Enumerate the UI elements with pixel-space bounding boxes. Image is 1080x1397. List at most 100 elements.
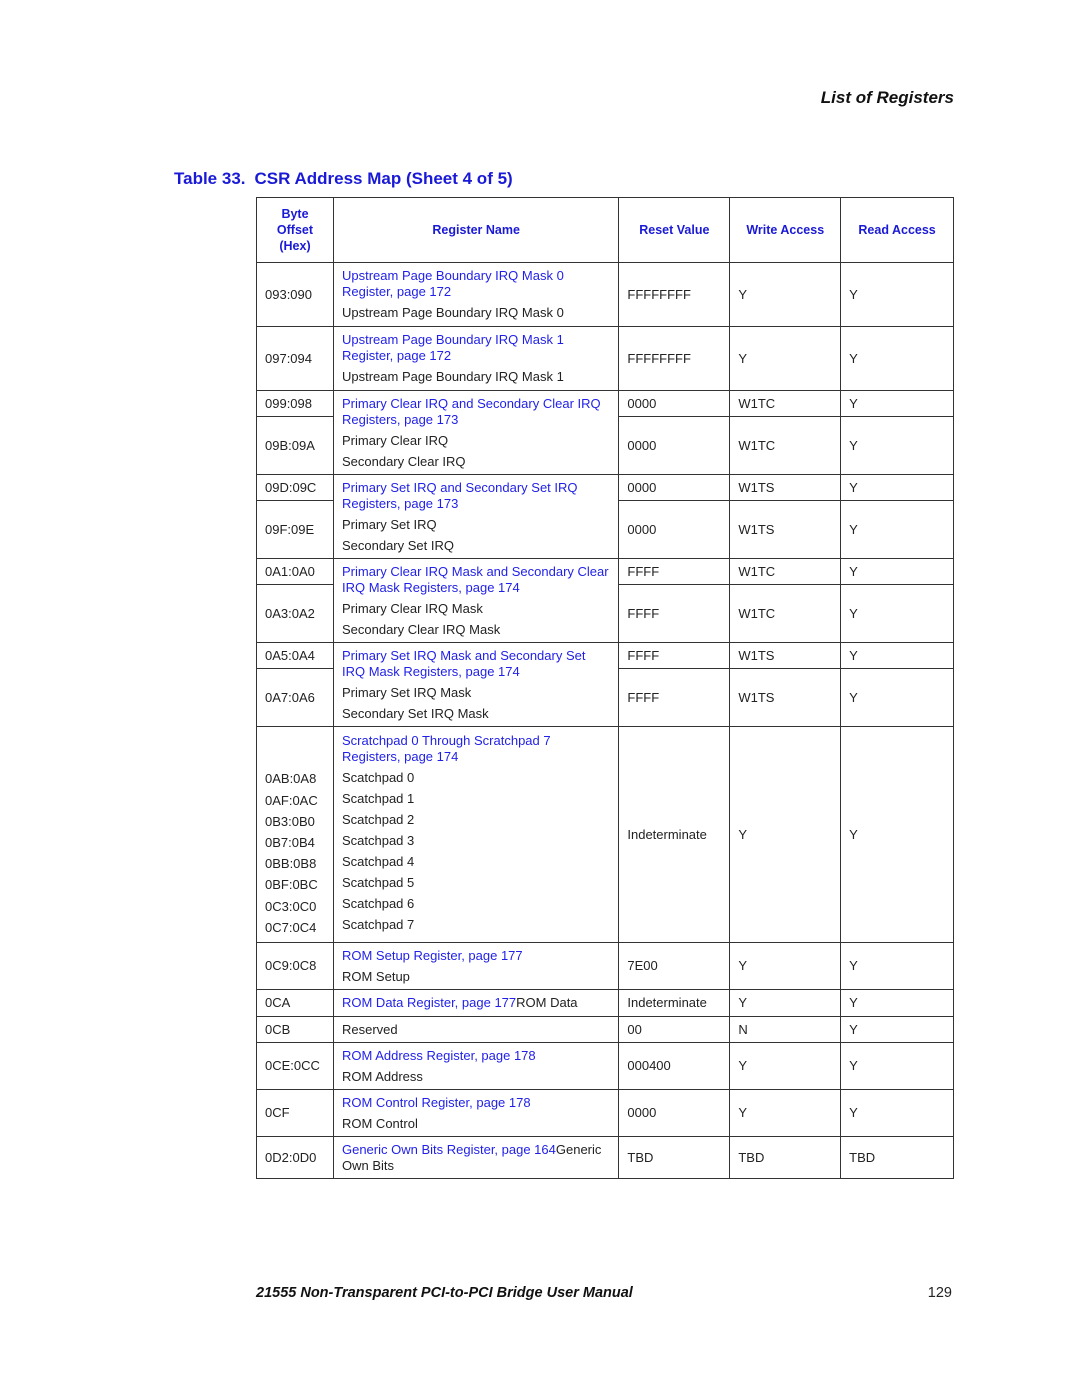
offset-cell: 093:090 <box>256 262 334 327</box>
register-name: Scatchpad 3 <box>341 833 415 848</box>
read-access-cell: Y <box>840 416 954 475</box>
header-reset-value: Reset Value <box>618 197 731 263</box>
write-access-cell: W1TS <box>729 668 842 727</box>
table-row: 0CF ROM Control Register, page 178 ROM C… <box>256 1089 954 1137</box>
register-link[interactable]: Upstream Page Boundary IRQ Mask 1 Regist… <box>342 332 564 363</box>
reset-value-cell: TBD <box>618 1136 731 1179</box>
read-access-cell: Y <box>840 1042 954 1090</box>
register-link[interactable]: Scratchpad 0 Through Scratchpad 7 Regist… <box>342 733 551 764</box>
register-name: ROM Setup <box>341 968 410 984</box>
reset-value-cell: 0000 <box>618 474 731 501</box>
offset-cell: 0D2:0D0 <box>256 1136 334 1179</box>
offset-cell: 0CE:0CC <box>256 1042 334 1090</box>
read-access-cell: Y <box>840 642 954 669</box>
offset-cell: 0C9:0C8 <box>256 942 334 990</box>
read-access-cell: Y <box>840 1016 954 1043</box>
header-line: Offset <box>276 223 314 237</box>
register-name: Secondary Set IRQ Mask <box>341 705 489 721</box>
table-title: CSR Address Map (Sheet 4 of 5) <box>254 169 513 188</box>
register-link[interactable]: Upstream Page Boundary IRQ Mask 0 Regist… <box>342 268 564 299</box>
read-access-cell: Y <box>840 326 954 391</box>
reset-value-cell: 7E00 <box>618 942 731 990</box>
register-link[interactable]: ROM Control Register, page 178 <box>342 1095 531 1110</box>
read-access-cell: Y <box>840 500 954 559</box>
offset-cell: 0A5:0A4 <box>256 642 334 669</box>
register-link[interactable]: Primary Clear IRQ Mask and Secondary Cle… <box>342 564 609 595</box>
register-name: Scatchpad 2 <box>341 812 415 827</box>
register-name: Upstream Page Boundary IRQ Mask 1 <box>341 369 564 384</box>
write-access-cell: Y <box>729 262 842 327</box>
register-name: Scatchpad 1 <box>341 791 415 806</box>
reset-value-cell: 0000 <box>618 416 731 475</box>
register-link[interactable]: Generic Own Bits Register, page 164 <box>342 1142 556 1157</box>
header-line: Byte <box>281 207 309 221</box>
table-row: 097:094 Upstream Page Boundary IRQ Mask … <box>256 326 954 391</box>
table-row: 0D2:0D0 Generic Own Bits Register, page … <box>256 1136 954 1179</box>
register-link[interactable]: Primary Clear IRQ and Secondary Clear IR… <box>342 396 601 427</box>
register-name-cell: Primary Clear IRQ and Secondary Clear IR… <box>332 390 620 475</box>
table-row: 0A5:0A4 Primary Set IRQ Mask and Seconda… <box>256 642 954 727</box>
offset-cell: 0CF <box>256 1089 334 1137</box>
table-row: 099:098 Primary Clear IRQ and Secondary … <box>256 390 954 475</box>
register-name-cell: ROM Address Register, page 178 ROM Addre… <box>332 1042 620 1090</box>
write-access-cell: W1TS <box>729 642 842 669</box>
reset-value-cell: 0000 <box>618 500 731 559</box>
running-head: List of Registers <box>820 88 954 107</box>
register-name-cell: ROM Data Register, page 177ROM Data <box>332 989 620 1017</box>
register-name: Scatchpad 0 <box>341 770 415 785</box>
register-name-cell: Upstream Page Boundary IRQ Mask 0 Regist… <box>332 262 620 327</box>
read-access-cell: Y <box>840 942 954 990</box>
write-access-cell: W1TC <box>729 558 842 585</box>
header-write-access: Write Access <box>729 197 842 263</box>
offset-value: 0C7:0C4 <box>265 919 317 935</box>
reset-value-cell: FFFFFFFF <box>618 326 731 391</box>
register-link[interactable]: Primary Set IRQ Mask and Secondary Set I… <box>342 648 585 679</box>
register-name-cell: Primary Set IRQ and Secondary Set IRQ Re… <box>332 474 620 559</box>
footer-manual-title: 21555 Non-Transparent PCI-to-PCI Bridge … <box>256 1285 633 1301</box>
offset-cell: 0AB:0A8 0AF:0AC 0B3:0B0 0B7:0B4 0BB:0B8 … <box>256 726 334 943</box>
write-access-cell: W1TS <box>729 474 842 501</box>
read-access-cell: Y <box>840 989 954 1017</box>
register-name: Primary Clear IRQ Mask <box>341 600 483 616</box>
offset-value: 0BB:0B8 <box>265 856 317 872</box>
reset-value-cell: 000400 <box>618 1042 731 1090</box>
offset-cell: 09B:09A <box>256 416 334 475</box>
read-access-cell: Y <box>840 474 954 501</box>
register-name-cell: ROM Control Register, page 178 ROM Contr… <box>332 1089 620 1137</box>
offset-cell: 0A3:0A2 <box>256 584 334 643</box>
register-name: Secondary Clear IRQ Mask <box>341 621 501 637</box>
offset-cell: 09D:09C <box>256 474 334 501</box>
read-access-cell: Y <box>840 584 954 643</box>
offset-value: 0AB:0A8 <box>265 771 317 787</box>
page-number: 129 <box>927 1285 952 1301</box>
reset-value-cell: FFFF <box>618 584 731 643</box>
register-link[interactable]: ROM Data Register, page 177 <box>342 995 516 1010</box>
reset-value-cell: FFFF <box>618 642 731 669</box>
reset-value-cell: Indeterminate <box>618 989 731 1017</box>
write-access-cell: Y <box>729 989 842 1017</box>
table-number: Table 33. <box>174 169 246 188</box>
write-access-cell: Y <box>729 1089 842 1137</box>
offset-cell: 0A1:0A0 <box>256 558 334 585</box>
register-name-cell: Scratchpad 0 Through Scratchpad 7 Regist… <box>332 726 620 943</box>
offset-value: 0BF:0BC <box>265 877 318 893</box>
register-link[interactable]: ROM Setup Register, page 177 <box>342 948 523 963</box>
reset-value-cell: FFFF <box>618 558 731 585</box>
read-access-cell: Y <box>840 262 954 327</box>
offset-cell: 099:098 <box>256 390 334 417</box>
reset-value-cell: Indeterminate <box>618 726 731 943</box>
register-link[interactable]: Primary Set IRQ and Secondary Set IRQ Re… <box>342 480 578 511</box>
table-row: 09D:09C Primary Set IRQ and Secondary Se… <box>256 474 954 559</box>
register-name: Scatchpad 7 <box>341 917 415 932</box>
register-name: Primary Set IRQ <box>341 516 437 532</box>
register-name: Scatchpad 6 <box>341 896 415 911</box>
offset-value: 0C3:0C0 <box>265 898 317 914</box>
read-access-cell: Y <box>840 390 954 417</box>
register-name: ROM Address <box>341 1068 423 1084</box>
register-link[interactable]: ROM Address Register, page 178 <box>342 1048 536 1063</box>
write-access-cell: W1TC <box>729 584 842 643</box>
reset-value-cell: 00 <box>618 1016 731 1043</box>
register-name: ROM Control <box>341 1115 418 1131</box>
offset-cell: 0CA <box>256 989 334 1017</box>
write-access-cell: Y <box>729 942 842 990</box>
